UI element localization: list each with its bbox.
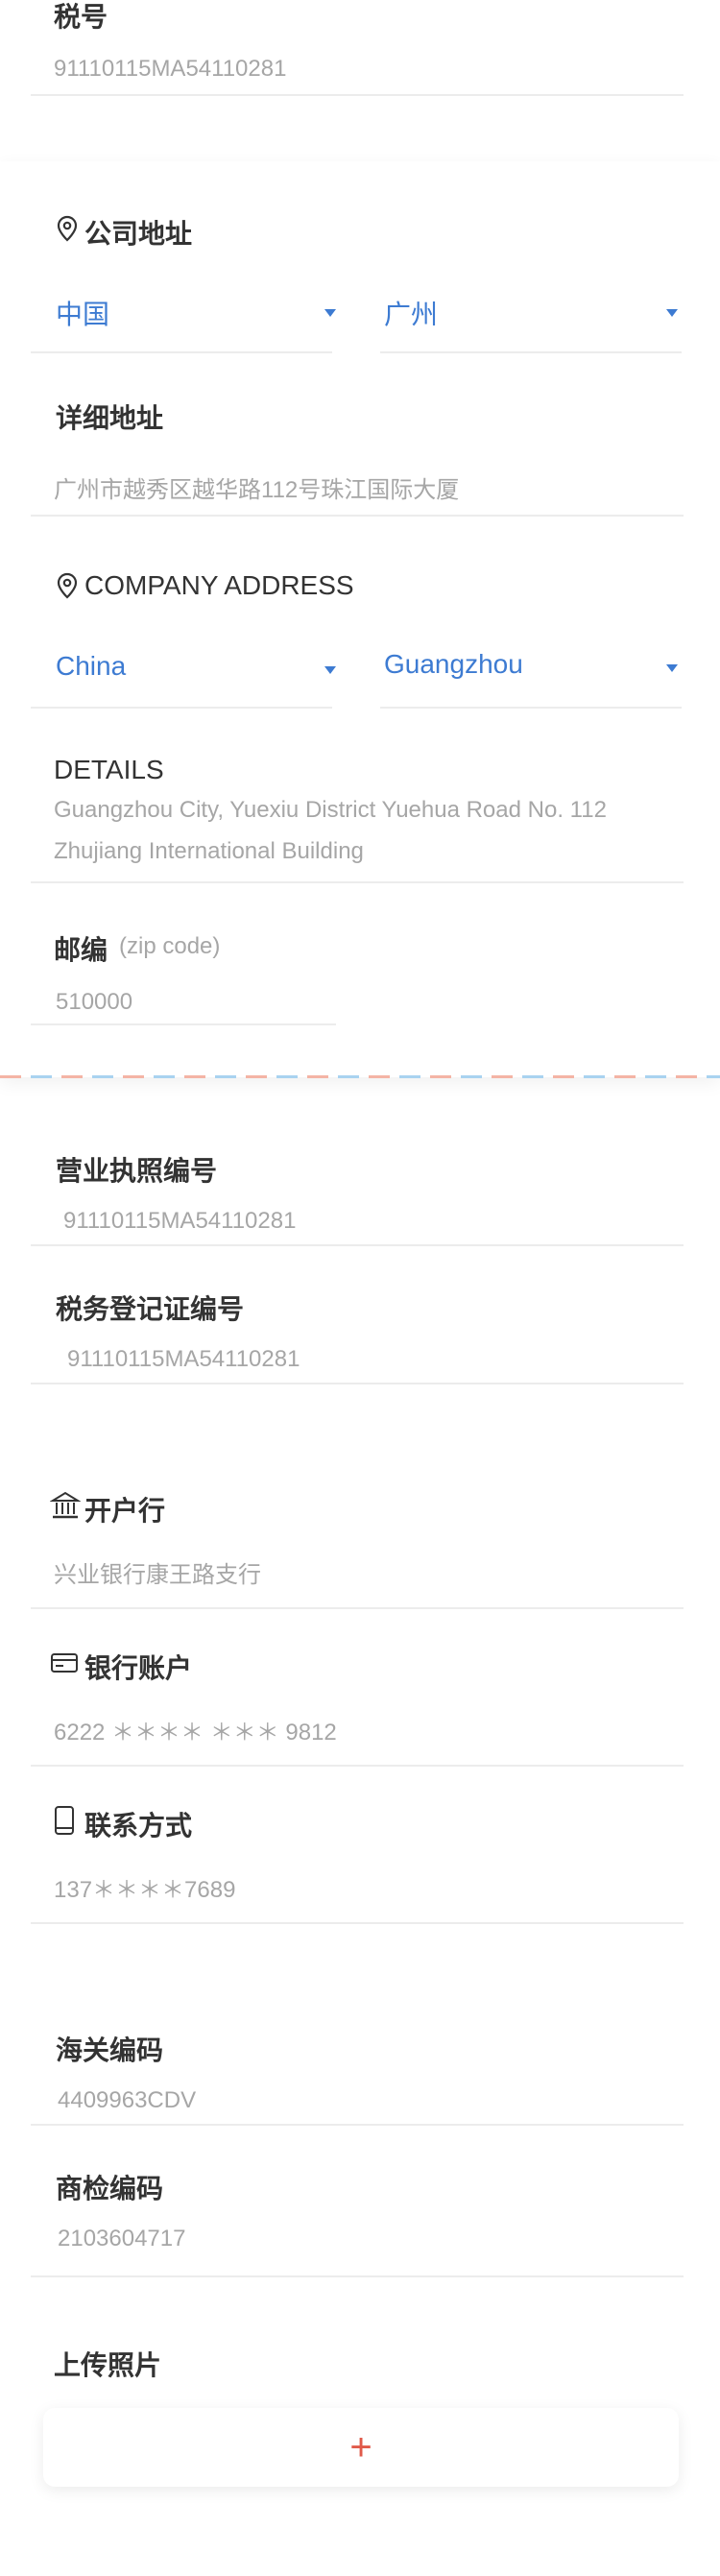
location-pin-icon xyxy=(56,572,79,599)
bank-account-label: 银行账户 xyxy=(84,1653,193,1683)
business-license-value[interactable]: 91110115MA54110281 xyxy=(63,1208,296,1235)
postal-hint: (zip code) xyxy=(119,933,221,959)
location-pin-icon xyxy=(56,215,79,242)
divider xyxy=(31,1922,684,1924)
divider xyxy=(31,707,332,709)
upload-photo-label: 上传照片 xyxy=(54,2350,162,2380)
bank-label: 开户行 xyxy=(84,1496,166,1526)
divider xyxy=(31,2275,684,2277)
chevron-down-icon[interactable] xyxy=(324,309,336,317)
detail-address-label: 详细地址 xyxy=(56,403,164,433)
company-address-en-title: COMPANY ADDRESS xyxy=(84,570,354,600)
details-label: DETAILS xyxy=(54,755,164,784)
inspection-label: 商检编码 xyxy=(56,2174,164,2203)
postal-label: 邮编 xyxy=(54,935,108,965)
divider xyxy=(31,881,684,883)
bank-icon xyxy=(49,1490,82,1521)
chevron-down-icon[interactable] xyxy=(666,309,678,317)
upload-photo-button[interactable]: + xyxy=(43,2408,679,2487)
card-icon xyxy=(50,1651,79,1674)
city-select[interactable]: 广州 xyxy=(384,294,438,332)
details-value-line1[interactable]: Guangzhou City, Yuexiu District Yuehua R… xyxy=(54,797,607,824)
company-address-title: 公司地址 xyxy=(84,219,193,249)
country-select[interactable]: 中国 xyxy=(56,294,109,332)
tax-value[interactable]: 91110115MA54110281 xyxy=(54,56,286,83)
divider xyxy=(31,1607,684,1609)
customs-label: 海关编码 xyxy=(56,2035,164,2065)
business-license-label: 营业执照编号 xyxy=(56,1156,218,1186)
chevron-down-icon[interactable] xyxy=(324,666,336,674)
detail-address-value[interactable]: 广州市越秀区越华路112号珠江国际大厦 xyxy=(54,470,459,504)
bank-value[interactable]: 兴业银行康王路支行 xyxy=(54,1555,261,1589)
divider xyxy=(31,515,684,517)
dashed-border-bottom xyxy=(0,1075,720,1078)
divider xyxy=(31,351,332,353)
phone-icon xyxy=(54,1805,75,1836)
divider xyxy=(31,1383,684,1384)
tax-label: 税号 xyxy=(54,2,108,32)
divider xyxy=(380,707,682,709)
tax-registration-label: 税务登记证编号 xyxy=(56,1294,245,1324)
country-select-en[interactable]: China xyxy=(56,651,126,682)
tax-registration-value[interactable]: 91110115MA54110281 xyxy=(67,1346,300,1373)
details-value-line2[interactable]: Zhujiang International Building xyxy=(54,838,364,865)
divider xyxy=(31,1023,336,1025)
divider xyxy=(380,351,682,353)
contact-value[interactable]: 137＊＊＊＊7689 xyxy=(54,1870,235,1904)
bank-account-value[interactable]: 6222 ＊＊＊＊ ＊＊＊ 9812 xyxy=(54,1713,337,1746)
divider xyxy=(31,2124,684,2126)
city-select-en[interactable]: Guangzhou xyxy=(384,649,523,680)
inspection-value[interactable]: 2103604717 xyxy=(58,2226,185,2252)
postal-value[interactable]: 510000 xyxy=(56,989,132,1016)
divider xyxy=(31,1765,684,1767)
divider xyxy=(31,1244,684,1246)
chevron-down-icon[interactable] xyxy=(666,664,678,672)
contact-label: 联系方式 xyxy=(84,1811,193,1841)
customs-value[interactable]: 4409963CDV xyxy=(58,2087,196,2114)
plus-icon: + xyxy=(349,2426,372,2468)
divider xyxy=(31,94,684,96)
